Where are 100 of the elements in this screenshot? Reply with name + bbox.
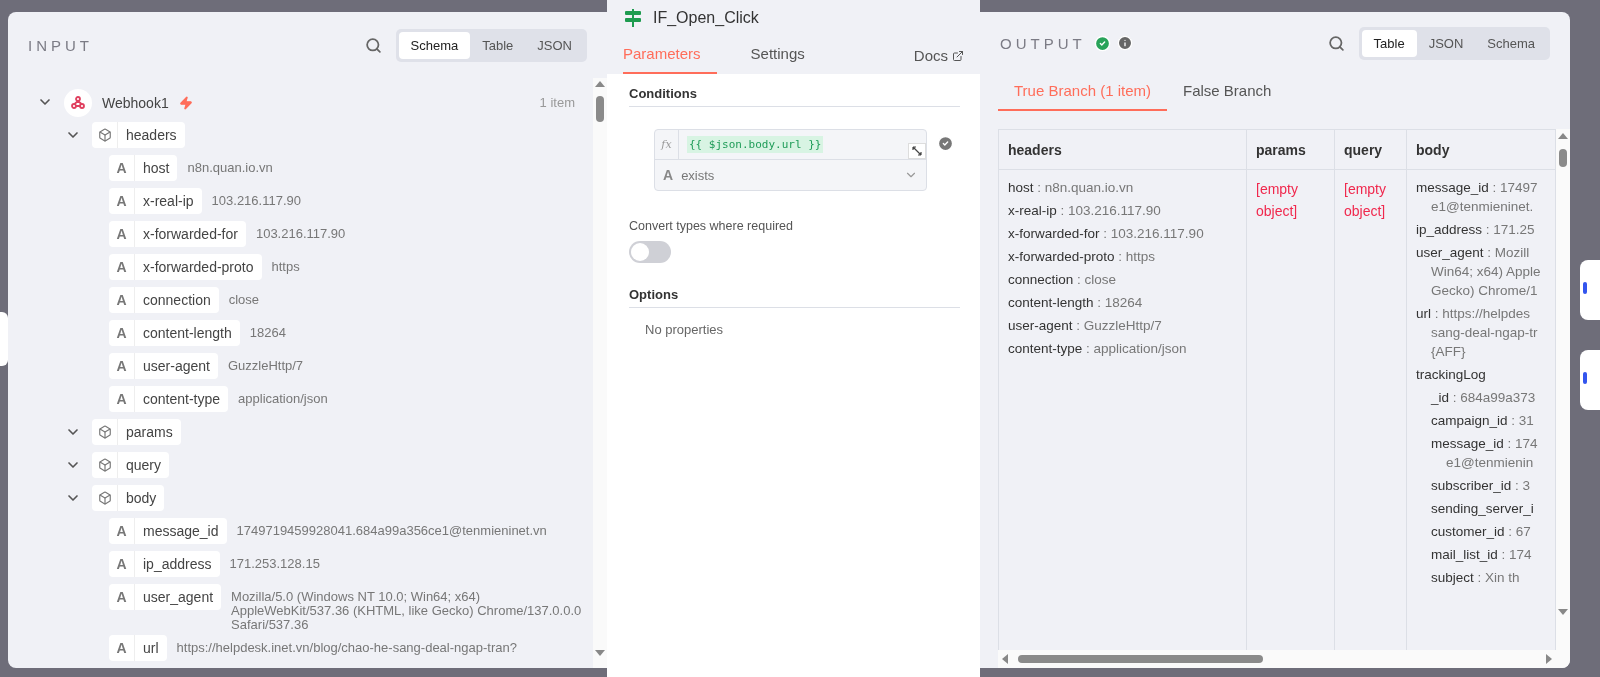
side-handle[interactable] [1580,260,1600,320]
expand-button[interactable] [908,143,926,159]
field-pill[interactable]: A x-forwarded-proto [109,254,262,280]
field-pill[interactable]: params [92,419,181,445]
field-value: Mozilla/5.0 (Windows NT 10.0; Win64; x64) AppleWebKit/537.36 (KHTML, like Gecko) Chrome/137.0.0.0 Safari/537.36 [231,588,583,632]
field-value: application/json [238,390,328,406]
panel-title: OUTPUT [1000,34,1086,52]
column-header: headers [999,130,1247,170]
node-tab[interactable]: Settings [748,35,807,74]
horizontal-scrollbar[interactable] [998,650,1570,668]
table-value: message_id : 174 e1@tenmienin [1431,435,1538,472]
field-value: https://helpdesk.inet.vn/blog/chao-he-sang-deal-ngap-tran? [176,639,517,655]
type-glyph: A [109,635,135,661]
field-pill[interactable]: A x-forwarded-for [109,221,246,247]
item-count: 1 item [539,94,576,112]
table-value: x-forwarded-proto : https [1008,248,1156,266]
type-glyph: A [109,188,135,214]
field-value: 171.253.128.15 [229,555,320,571]
view-tab[interactable]: JSON [1416,29,1476,57]
check-icon [937,135,954,152]
type-glyph: A [109,353,135,379]
fx-label: fx [655,130,679,160]
search-icon[interactable] [364,36,382,54]
scrollbar[interactable] [1556,129,1570,650]
branch-tab[interactable]: False Branch [1167,74,1288,111]
column-header: query [1335,130,1407,170]
table-value: url : https://helpdes sang-deal-ngap-tr {AFF} [1416,305,1538,361]
scrollbar[interactable] [593,78,607,668]
table-value: message_id : 17497 e1@tenmieninet. [1416,179,1538,216]
external-link-icon [952,49,964,62]
table-value: _id : 684a99a373 [1431,389,1536,407]
side-handle[interactable] [0,312,8,366]
section-heading: Options [629,287,960,308]
panel-title: INPUT [28,36,93,54]
field-pill[interactable]: A host [109,155,178,181]
view-tab[interactable]: Table [1361,29,1417,57]
table-key: trackingLog [1416,365,1486,384]
field-value: GuzzleHttp/7 [227,357,304,373]
type-glyph: A [109,551,135,577]
type-glyph: A [109,386,135,412]
field-pill[interactable]: query [92,452,170,478]
table-value: ip_address : 171.25 [1416,221,1535,239]
table-value: host : n8n.quan.io.vn [1008,179,1134,197]
type-glyph: A [109,320,135,346]
table-value: customer_id : 67 [1431,523,1531,541]
table-value: sending_server_i [1431,500,1534,518]
type-glyph: A [109,287,135,313]
table-value: mail_list_id : 174 [1431,546,1532,564]
table-value: subscriber_id : 3 [1431,477,1531,495]
field-value: 18264 [249,324,286,340]
view-tab[interactable]: JSON [525,31,584,59]
section-heading: Conditions [629,86,960,107]
field-value: 1749719459928041.684a99a356ce1@tenmieninet.vn [236,522,547,538]
empty-object-label: [empty object] [1256,180,1299,221]
webhook-icon [64,89,92,117]
type-glyph: A [109,518,135,544]
table-value: x-forwarded-for : 103.216.117.90 [1008,225,1204,243]
search-icon[interactable] [1327,34,1345,52]
field-pill[interactable]: A x-real-ip [109,188,202,214]
empty-message: No properties [644,321,725,337]
field-pill[interactable]: A message_id [109,518,227,544]
field-pill[interactable]: A user-agent [109,353,218,379]
table-value: subject : Xin th [1431,569,1520,587]
node-title: IF_Open_Click [653,9,759,27]
field-pill[interactable]: A user_agent [109,584,222,610]
side-handle[interactable] [1580,350,1600,410]
info-icon[interactable] [1116,35,1133,51]
field-value: 103.216.117.90 [211,192,301,208]
field-value: https [271,258,300,274]
table-value: campaign_id : 31 [1431,412,1534,430]
table-value: x-real-ip : 103.216.117.90 [1008,202,1161,220]
field-pill[interactable]: A content-type [109,386,229,412]
type-glyph: A [109,584,135,610]
toggle-switch[interactable] [629,241,671,263]
view-tab[interactable]: Table [470,31,526,59]
success-icon [1093,34,1111,52]
table-value: content-length : 18264 [1008,294,1143,312]
field-pill[interactable]: A connection [109,287,219,313]
field-value: 103.216.117.90 [255,225,346,241]
empty-object-label: [empty object] [1344,180,1387,221]
view-tab[interactable]: Schema [398,31,471,59]
field-pill[interactable]: A url [109,635,167,661]
docs-link[interactable]: Docs [913,47,964,74]
field-value: n8n.quan.io.vn [187,159,273,175]
operator-dropdown[interactable]: A exists [655,160,926,190]
field-pill[interactable]: A ip_address [109,551,220,577]
field-pill[interactable]: headers [92,122,185,148]
table-value: user_agent : Mozill Win64; x64) Apple Gecko) Chrome/1 [1416,244,1541,300]
field-label: Convert types where required [629,219,794,233]
field-pill[interactable]: A content-length [109,320,240,346]
node-name: Webhook1 [102,94,169,113]
type-glyph: A [109,155,135,181]
type-glyph: A [109,254,135,280]
signpost-icon [623,8,643,28]
column-header: params [1247,130,1335,170]
view-tab[interactable]: Schema [1475,29,1547,57]
field-pill[interactable]: body [92,485,165,511]
field-value: close [228,291,260,307]
type-glyph: A [109,221,135,247]
table-value: content-type : application/json [1008,340,1187,358]
